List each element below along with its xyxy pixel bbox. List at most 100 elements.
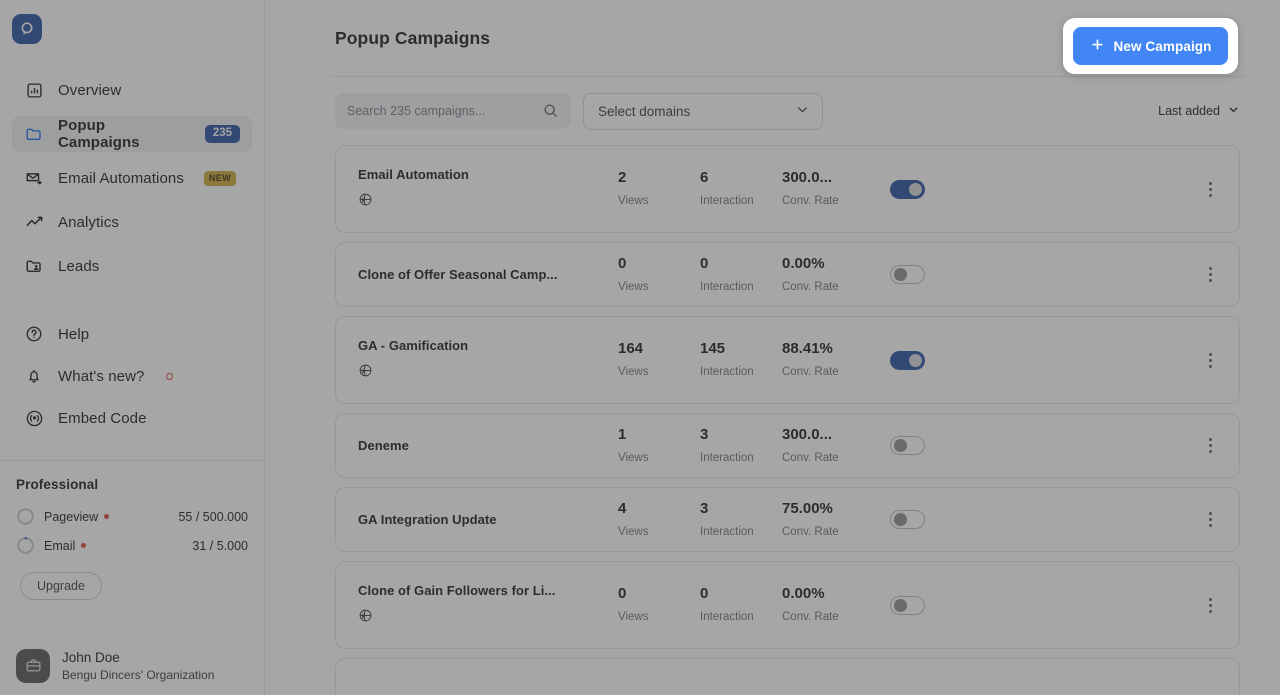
campaign-name-col: GA - Gamification bbox=[358, 338, 618, 383]
sidebar-item-label: Popup Campaigns bbox=[58, 117, 191, 151]
campaign-name: GA - Gamification bbox=[358, 338, 618, 353]
metric-value: 88.41% bbox=[782, 341, 874, 356]
metric-conv-rate: 300.0...Conv. Rate bbox=[782, 170, 874, 208]
metric-value: 3 bbox=[700, 501, 782, 516]
globe-icon bbox=[358, 192, 618, 212]
sidebar-item-email-automations[interactable]: Email Automations NEW bbox=[12, 160, 252, 196]
quota-alert-dot bbox=[104, 514, 109, 519]
new-campaign-spotlight: New Campaign bbox=[1063, 18, 1238, 74]
sidebar-item-label: What's new? bbox=[58, 368, 145, 385]
toggle-knob bbox=[894, 439, 907, 452]
sidebar-item-label: Overview bbox=[58, 82, 121, 99]
folder-user-icon bbox=[24, 256, 44, 276]
quota-row-pageview: Pageview 55 / 500.000 bbox=[16, 502, 248, 531]
campaign-menu-button[interactable] bbox=[1199, 262, 1221, 288]
sidebar-item-label: Email Automations bbox=[58, 170, 184, 187]
campaign-card[interactable]: Clone of Gain Followers for Li...0Views0… bbox=[335, 561, 1240, 649]
campaign-status-toggle[interactable] bbox=[890, 436, 925, 455]
campaign-status-toggle[interactable] bbox=[890, 351, 925, 370]
metric-value: 2 bbox=[618, 170, 700, 185]
sidebar-item-label: Leads bbox=[58, 258, 99, 275]
campaign-card[interactable]: GA Integration Update4Views3Interaction7… bbox=[335, 487, 1240, 552]
metric-label: Interaction bbox=[700, 612, 782, 624]
sidebar-item-popup-campaigns[interactable]: Popup Campaigns 235 bbox=[12, 116, 252, 152]
sort-control[interactable]: Last added bbox=[1158, 103, 1240, 119]
folder-icon bbox=[24, 124, 44, 144]
toggle-knob bbox=[894, 513, 907, 526]
campaign-card[interactable]: Email Automation2Views6Interaction300.0.… bbox=[335, 145, 1240, 233]
metric-value: 145 bbox=[700, 341, 782, 356]
metric-interaction: 0Interaction bbox=[700, 256, 782, 294]
toggle-knob bbox=[894, 268, 907, 281]
new-campaign-button[interactable]: New Campaign bbox=[1073, 27, 1228, 65]
metric-value: 0 bbox=[700, 256, 782, 271]
campaign-name: Clone of Offer Seasonal Camp... bbox=[358, 267, 618, 282]
campaign-name: GA Integration Update bbox=[358, 512, 618, 527]
metric-value: 0.00% bbox=[782, 256, 874, 271]
globe-icon bbox=[358, 363, 618, 383]
metric-interaction: 0Interaction bbox=[700, 586, 782, 624]
plan-usage-panel: Professional Pageview 55 / 500.000 bbox=[0, 461, 264, 600]
campaign-status-toggle[interactable] bbox=[890, 596, 925, 615]
metric-value: 300.0... bbox=[782, 427, 874, 442]
metric-value: 0 bbox=[618, 586, 700, 601]
user-account-block[interactable]: John Doe Bengu Dincers' Organization bbox=[0, 649, 264, 695]
upgrade-button[interactable]: Upgrade bbox=[20, 572, 102, 600]
bell-icon bbox=[24, 366, 44, 386]
campaign-menu-button[interactable] bbox=[1199, 176, 1221, 202]
campaign-card[interactable]: Clone of Offer Seasonal Camp...0Views0In… bbox=[335, 242, 1240, 307]
sidebar-item-whats-new[interactable]: What's new? bbox=[12, 358, 252, 394]
campaign-list: Email Automation2Views6Interaction300.0.… bbox=[335, 145, 1240, 695]
domain-select[interactable]: Select domains bbox=[583, 93, 823, 130]
campaign-name: Email Automation bbox=[358, 167, 618, 182]
campaign-status-toggle[interactable] bbox=[890, 180, 925, 199]
metric-conv-rate: 0.00%Conv. Rate bbox=[782, 586, 874, 624]
campaign-card[interactable]: GA - Gamification164Views145Interaction8… bbox=[335, 316, 1240, 404]
campaign-name: Clone of Gain Followers for Li... bbox=[358, 583, 618, 598]
metric-views: 0Views bbox=[618, 256, 700, 294]
quota-label: Email bbox=[44, 539, 75, 553]
quota-alert-dot bbox=[81, 543, 86, 548]
metric-value: 164 bbox=[618, 341, 700, 356]
broadcast-icon bbox=[24, 408, 44, 428]
chart-box-icon bbox=[24, 80, 44, 100]
logo-wrap bbox=[0, 0, 264, 58]
plan-name: Professional bbox=[16, 477, 248, 492]
search-box[interactable] bbox=[335, 93, 571, 129]
metric-views: 0Views bbox=[618, 586, 700, 624]
metric-conv-rate: 88.41%Conv. Rate bbox=[782, 341, 874, 379]
metric-label: Interaction bbox=[700, 196, 782, 208]
campaign-status-toggle[interactable] bbox=[890, 510, 925, 529]
sidebar: Overview Popup Campaigns 235 bbox=[0, 0, 265, 695]
campaign-status-toggle[interactable] bbox=[890, 265, 925, 284]
app-root: Overview Popup Campaigns 235 bbox=[0, 0, 1280, 695]
toolbar: Select domains Last added bbox=[335, 77, 1240, 145]
campaign-menu-button[interactable] bbox=[1199, 347, 1221, 373]
campaign-menu-button[interactable] bbox=[1199, 507, 1221, 533]
sidebar-item-help[interactable]: Help bbox=[12, 316, 252, 352]
metric-views: 1Views bbox=[618, 427, 700, 465]
metric-value: 300.0... bbox=[782, 170, 874, 185]
campaign-menu-button[interactable] bbox=[1199, 592, 1221, 618]
search-icon[interactable] bbox=[542, 102, 559, 124]
campaign-name-col: Deneme bbox=[358, 438, 618, 453]
search-input[interactable] bbox=[347, 104, 537, 118]
metric-value: 4 bbox=[618, 501, 700, 516]
metric-label: Interaction bbox=[700, 367, 782, 379]
user-name: John Doe bbox=[62, 649, 214, 667]
metric-views: 2Views bbox=[618, 170, 700, 208]
campaign-card[interactable]: Deneme1Views3Interaction300.0...Conv. Ra… bbox=[335, 413, 1240, 478]
campaign-menu-button[interactable] bbox=[1199, 433, 1221, 459]
sidebar-item-leads[interactable]: Leads bbox=[12, 248, 252, 284]
campaign-card[interactable] bbox=[335, 658, 1240, 695]
metric-interaction: 3Interaction bbox=[700, 427, 782, 465]
app-logo[interactable] bbox=[12, 14, 42, 44]
pageview-progress-ring bbox=[16, 507, 35, 526]
metric-interaction: 6Interaction bbox=[700, 170, 782, 208]
line-chart-icon bbox=[24, 212, 44, 232]
sidebar-item-analytics[interactable]: Analytics bbox=[12, 204, 252, 240]
sidebar-item-embed-code[interactable]: Embed Code bbox=[12, 400, 252, 436]
sidebar-item-overview[interactable]: Overview bbox=[12, 72, 252, 108]
metric-value: 0.00% bbox=[782, 586, 874, 601]
quota-value: 31 / 5.000 bbox=[192, 539, 248, 553]
